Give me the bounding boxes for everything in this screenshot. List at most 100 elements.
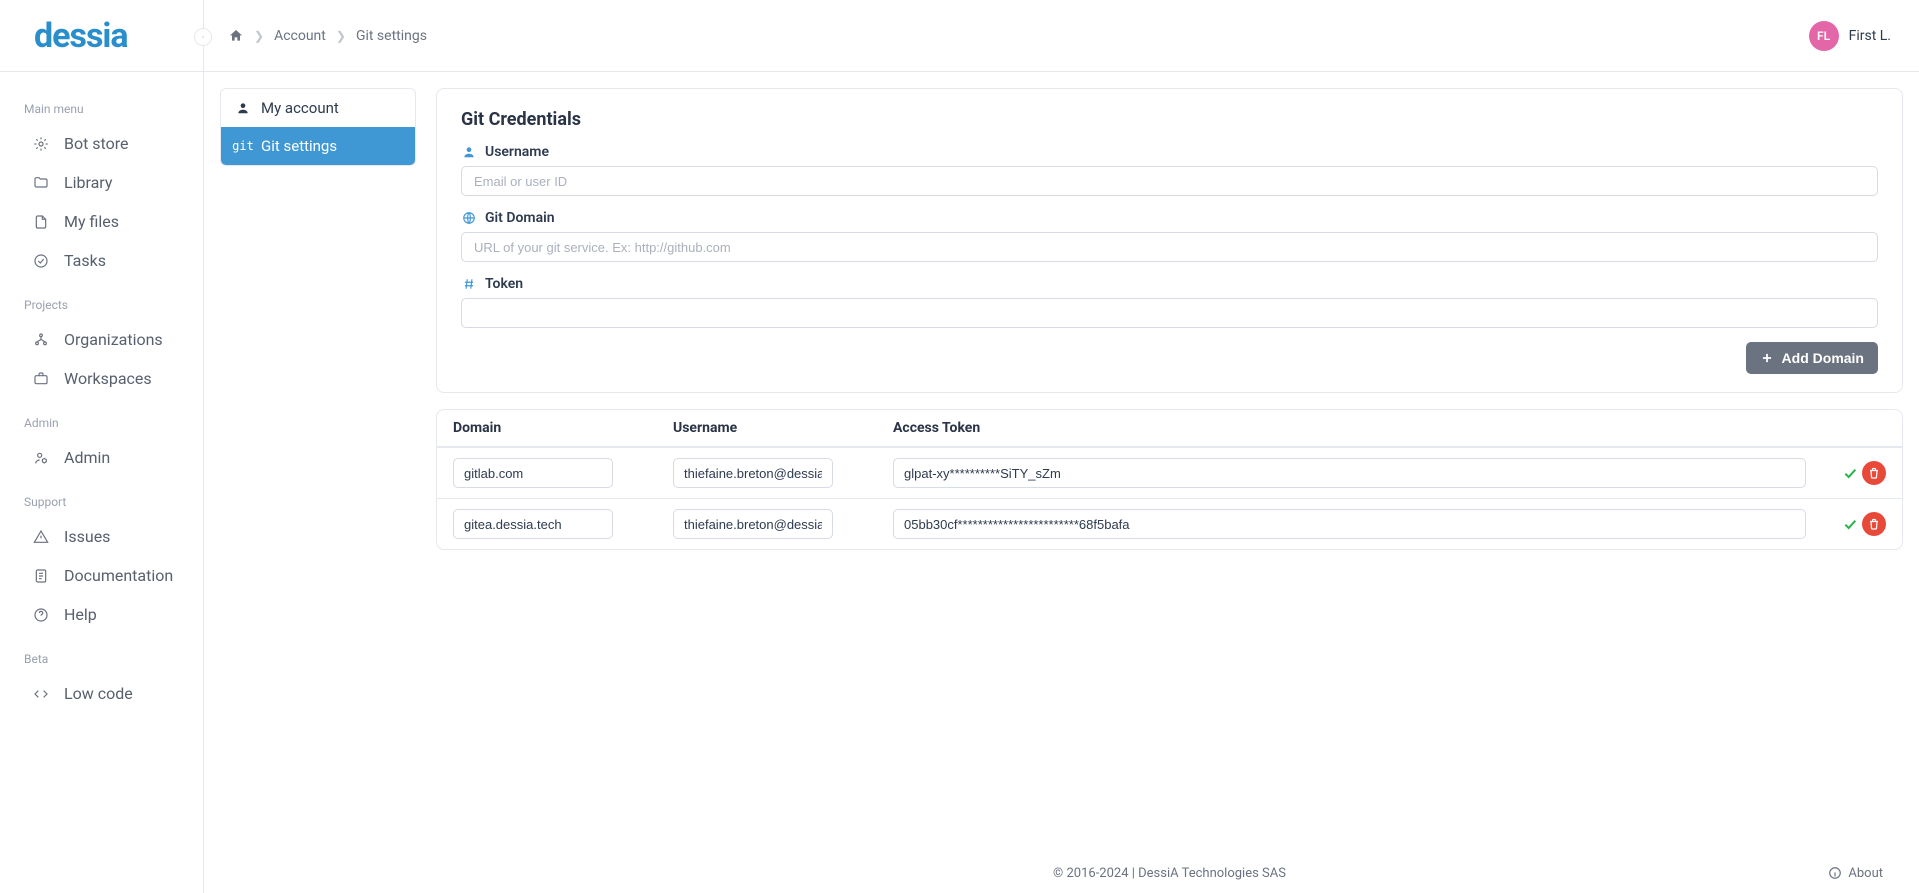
logo[interactable]: dessia (34, 16, 128, 56)
sidebar-item-help[interactable]: Help (0, 595, 203, 634)
content: My account git Git settings Git Credenti… (204, 72, 1919, 893)
nav-section-label: Projects (0, 286, 203, 320)
col-username: Username (673, 420, 893, 436)
row-domain-input[interactable] (453, 509, 613, 539)
credentials-table: Domain Username Access Token (436, 409, 1903, 550)
git-credentials-card: Git Credentials Username Git Domain (436, 88, 1903, 393)
avatar: FL (1809, 21, 1839, 51)
bot-icon (32, 136, 50, 152)
tab-label: Git settings (261, 137, 337, 155)
about-link[interactable]: About (1828, 866, 1883, 881)
sidebar-item-my-files[interactable]: My files (0, 202, 203, 241)
copyright: © 2016-2024 | DessiA Technologies SAS (1053, 866, 1286, 881)
org-icon (32, 332, 50, 348)
row-token-input[interactable] (893, 458, 1806, 488)
chevron-right-icon: ❯ (254, 29, 264, 43)
card-title: Git Credentials (461, 109, 1878, 130)
code-icon (32, 686, 50, 702)
field-username: Username (461, 144, 1878, 196)
nav-section-label: Main menu (0, 90, 203, 124)
sidebar-item-label: Tasks (64, 251, 106, 270)
field-label-text: Token (485, 276, 523, 292)
sidebar-item-label: Bot store (64, 134, 129, 153)
tab-git-settings[interactable]: git Git settings (221, 127, 415, 165)
row-username-input[interactable] (673, 458, 833, 488)
delete-row-button[interactable] (1862, 512, 1886, 536)
row-domain-input[interactable] (453, 458, 613, 488)
sidebar-item-organizations[interactable]: Organizations (0, 320, 203, 359)
sidebar-item-label: Issues (64, 527, 110, 546)
sidebar-item-low-code[interactable]: Low code (0, 674, 203, 713)
user-icon (461, 145, 477, 159)
settings-tabs: My account git Git settings (220, 88, 416, 166)
sidebar-item-label: My files (64, 212, 119, 231)
briefcase-icon (32, 371, 50, 387)
nav-section-label: Beta (0, 640, 203, 674)
user-icon (235, 101, 251, 115)
chevron-right-icon: ❯ (336, 29, 346, 43)
file-icon (32, 214, 50, 230)
user-area[interactable]: FL First L. (1809, 21, 1891, 51)
sidebar-item-tasks[interactable]: Tasks (0, 241, 203, 280)
table-header: Domain Username Access Token (437, 410, 1902, 447)
alert-icon (32, 529, 50, 545)
sidebar-item-workspaces[interactable]: Workspaces (0, 359, 203, 398)
field-label-text: Git Domain (485, 210, 555, 226)
main: ❯ Account ❯ Git settings FL First L. My … (204, 0, 1919, 893)
topbar: ❯ Account ❯ Git settings FL First L. (204, 0, 1919, 72)
breadcrumb-account[interactable]: Account (274, 28, 326, 44)
tab-my-account[interactable]: My account (221, 89, 415, 127)
folder-icon (32, 175, 50, 191)
button-label: Add Domain (1782, 350, 1864, 366)
sidebar-item-issues[interactable]: Issues (0, 517, 203, 556)
breadcrumb-git[interactable]: Git settings (356, 28, 427, 44)
breadcrumb-home[interactable] (228, 28, 244, 44)
sidebar-item-documentation[interactable]: Documentation (0, 556, 203, 595)
sidebar-item-label: Documentation (64, 566, 173, 585)
about-label: About (1848, 866, 1883, 881)
home-icon (228, 28, 244, 44)
username-input[interactable] (461, 166, 1878, 196)
nav-section-label: Support (0, 483, 203, 517)
add-domain-button[interactable]: Add Domain (1746, 342, 1878, 374)
sidebar-item-label: Workspaces (64, 369, 152, 388)
sidebar-item-label: Low code (64, 684, 133, 703)
trash-icon (1868, 467, 1880, 479)
doc-icon (32, 568, 50, 584)
sidebar-item-label: Library (64, 173, 112, 192)
hash-icon (461, 277, 477, 291)
info-icon (1828, 866, 1842, 880)
check-icon (1842, 516, 1858, 532)
sidebar-item-admin[interactable]: Admin (0, 438, 203, 477)
check-icon (1842, 465, 1858, 481)
row-token-input[interactable] (893, 509, 1806, 539)
help-icon (32, 607, 50, 623)
field-domain: Git Domain (461, 210, 1878, 262)
col-token: Access Token (893, 420, 1806, 436)
sidebar-collapse-button[interactable] (194, 28, 212, 46)
delete-row-button[interactable] (1862, 461, 1886, 485)
check-circle-icon (32, 253, 50, 269)
token-input[interactable] (461, 298, 1878, 328)
table-row (437, 447, 1902, 498)
sidebar-nav: Main menu Bot store Library My files Tas… (0, 72, 203, 739)
sidebar: dessia Main menu Bot store Library My fi… (0, 0, 204, 893)
nav-section-label: Admin (0, 404, 203, 438)
right-column: Git Credentials Username Git Domain (436, 88, 1903, 893)
user-gear-icon (32, 450, 50, 466)
sidebar-item-library[interactable]: Library (0, 163, 203, 202)
plus-icon (1760, 351, 1774, 365)
logo-wrap: dessia (0, 0, 203, 72)
field-token: Token (461, 276, 1878, 328)
tab-label: My account (261, 99, 339, 117)
field-label-text: Username (485, 144, 549, 160)
sidebar-item-label: Admin (64, 448, 110, 467)
trash-icon (1868, 518, 1880, 530)
chevron-left-icon (201, 32, 205, 42)
sidebar-item-label: Organizations (64, 330, 163, 349)
domain-input[interactable] (461, 232, 1878, 262)
sidebar-item-bot-store[interactable]: Bot store (0, 124, 203, 163)
col-domain: Domain (453, 420, 673, 436)
row-username-input[interactable] (673, 509, 833, 539)
sidebar-item-label: Help (64, 605, 97, 624)
